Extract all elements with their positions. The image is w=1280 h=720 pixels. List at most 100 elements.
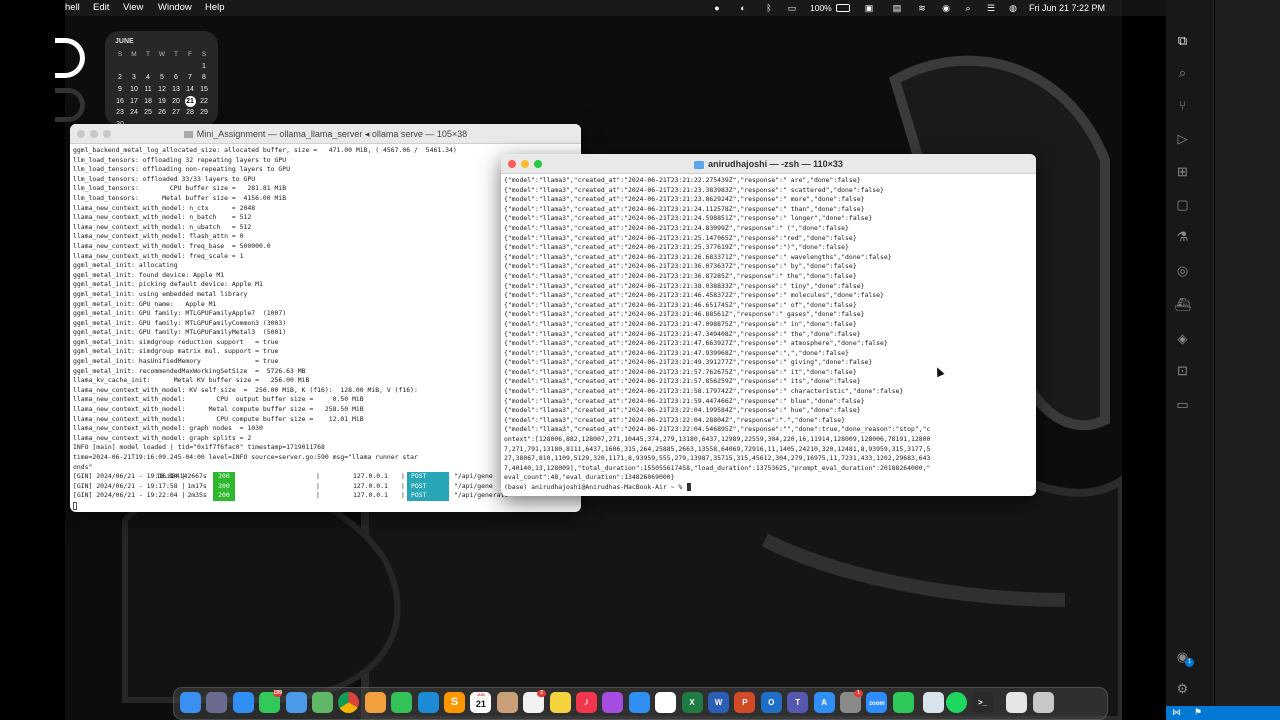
- calendar-day[interactable]: 20: [169, 96, 183, 108]
- screen-mirroring-icon[interactable]: ▣: [864, 3, 874, 13]
- ports-icon[interactable]: ⚑: [1194, 707, 1202, 718]
- menu-help[interactable]: Help: [205, 0, 225, 16]
- calendar-day[interactable]: 24: [127, 107, 141, 119]
- siri-icon[interactable]: ◍: [1008, 3, 1018, 13]
- calendar-day[interactable]: [169, 61, 183, 73]
- zoom-button[interactable]: [103, 130, 111, 138]
- calendar-day[interactable]: 22: [197, 96, 211, 108]
- chrome-icon[interactable]: [338, 692, 360, 713]
- terminal-output[interactable]: ggml_backend_metal_log_allocated_size: a…: [73, 146, 512, 510]
- finder-icon[interactable]: [180, 692, 201, 713]
- calendar-icon[interactable]: JUN 21: [470, 692, 492, 713]
- calendar-day[interactable]: 1: [197, 61, 211, 73]
- calendar-day[interactable]: 18: [141, 96, 155, 108]
- word-icon[interactable]: W: [708, 692, 729, 713]
- app-store-icon[interactable]: A: [813, 692, 835, 713]
- trash-icon[interactable]: [1032, 692, 1054, 713]
- calendar-day[interactable]: 19: [155, 96, 169, 108]
- maps-icon[interactable]: [312, 692, 333, 713]
- teams-icon[interactable]: T: [787, 692, 809, 713]
- contacts-icon[interactable]: [496, 692, 518, 713]
- zoom-icon[interactable]: zoom: [866, 692, 888, 713]
- reminders-icon[interactable]: 2: [523, 690, 547, 713]
- menu-edit[interactable]: Edit: [93, 0, 109, 16]
- calendar-day[interactable]: 14: [183, 84, 197, 96]
- calendar-day[interactable]: [141, 61, 155, 73]
- whatsapp-icon[interactable]: [892, 692, 914, 713]
- calendar-day[interactable]: 13: [169, 84, 183, 96]
- notes-icon[interactable]: [549, 692, 571, 713]
- terminal-titlebar[interactable]: Mini_Assignment — ollama_llama_server ◂ …: [70, 124, 581, 144]
- stage-manager-icon[interactable]: ▤: [892, 3, 902, 13]
- minimize-button[interactable]: [521, 160, 529, 168]
- menu-window[interactable]: Window: [158, 0, 192, 16]
- calendar-day[interactable]: [127, 61, 141, 73]
- podcasts-icon[interactable]: [602, 692, 624, 713]
- source-control-icon[interactable]: ⑂: [1174, 97, 1191, 114]
- close-button[interactable]: [77, 130, 85, 138]
- calendar-day[interactable]: 23: [113, 107, 127, 119]
- calendar-day[interactable]: 11: [141, 84, 155, 96]
- jupyter-icon[interactable]: ⊡: [1174, 362, 1191, 379]
- git-graph-icon[interactable]: ◈: [1174, 330, 1191, 347]
- battery-icon[interactable]: [836, 4, 850, 12]
- settings-gear-icon[interactable]: ⚙: [1174, 680, 1191, 697]
- safari-icon[interactable]: [232, 692, 254, 713]
- run-debug-icon[interactable]: ▷: [1174, 130, 1191, 147]
- sublime-icon[interactable]: S: [444, 692, 465, 713]
- calendar-day[interactable]: [113, 61, 127, 73]
- calendar-day[interactable]: 17: [127, 96, 141, 108]
- remote-explorer-icon[interactable]: ▢: [1174, 196, 1191, 213]
- documents-folder-icon[interactable]: [1006, 692, 1028, 713]
- calendar-day[interactable]: 3: [127, 72, 141, 84]
- calendar-day[interactable]: 2: [113, 72, 127, 84]
- wifi-icon[interactable]: ≋: [917, 3, 927, 13]
- zoom-button[interactable]: [534, 160, 542, 168]
- calendar-day[interactable]: 29: [197, 107, 211, 119]
- calendar-day[interactable]: [183, 61, 197, 73]
- menu-clock[interactable]: Fri Jun 21 7:22 PM: [1029, 0, 1105, 16]
- photos-icon[interactable]: [364, 692, 386, 713]
- vscode-icon[interactable]: [417, 692, 439, 713]
- keynote-icon[interactable]: [628, 692, 650, 713]
- facetime-icon[interactable]: [391, 692, 413, 713]
- bluetooth-icon[interactable]: ᛒ: [764, 3, 774, 13]
- user-icon[interactable]: ◉: [941, 3, 951, 13]
- calendar-day[interactable]: 26: [155, 107, 169, 119]
- messages-icon[interactable]: 199: [259, 690, 283, 713]
- powerpoint-icon[interactable]: P: [734, 692, 756, 713]
- terminal-titlebar[interactable]: anirudhajoshi — -zsh — 110×33: [501, 154, 1036, 174]
- testing-icon[interactable]: ⚗: [1174, 228, 1191, 245]
- calendar-day[interactable]: 16: [113, 96, 127, 108]
- calendar-day[interactable]: 12: [155, 84, 169, 96]
- terminal-icon[interactable]: >_: [972, 692, 993, 713]
- github-icon[interactable]: ◎: [1174, 262, 1191, 279]
- mail-icon[interactable]: [285, 692, 307, 713]
- calendar-day[interactable]: 5: [155, 72, 169, 84]
- calendar-day[interactable]: [155, 61, 169, 73]
- search-icon[interactable]: ⌕: [1174, 64, 1191, 81]
- slack-icon[interactable]: [655, 692, 677, 713]
- display-icon[interactable]: ▭: [787, 3, 797, 13]
- record-icon[interactable]: ●: [712, 3, 722, 13]
- files-icon[interactable]: ⧉: [1174, 32, 1191, 49]
- minimize-button[interactable]: [90, 130, 98, 138]
- terminal-window-zsh[interactable]: anirudhajoshi — -zsh — 110×33 {"model":"…: [501, 154, 1036, 496]
- spotlight-search-icon[interactable]: ⌕: [963, 3, 973, 13]
- calendar-widget[interactable]: JUNE S M T W T F S 1 2 3 4 5 6 7 8 9 10 11 12 13 14 15 16 17 18 1…: [105, 31, 218, 128]
- shell-prompt[interactable]: (base) anirudhajoshi@Anirudhas-MacBook-A…: [504, 483, 930, 493]
- music-icon[interactable]: ♪: [576, 692, 597, 713]
- chat-icon[interactable]: ▭: [1174, 396, 1191, 413]
- calendar-today[interactable]: 21: [184, 95, 196, 107]
- menu-view[interactable]: View: [123, 0, 143, 16]
- calendar-day[interactable]: 10: [127, 84, 141, 96]
- calendar-day[interactable]: 6: [169, 72, 183, 84]
- extensions-icon[interactable]: ⊞: [1174, 163, 1191, 180]
- calendar-day[interactable]: 25: [141, 107, 155, 119]
- focus-icon[interactable]: ◐: [738, 3, 748, 13]
- calendar-day[interactable]: 4: [141, 72, 155, 84]
- terminal-output[interactable]: {"model":"llama3","created_at":"2024-06-…: [504, 176, 930, 493]
- account-icon[interactable]: ◉ 1: [1174, 648, 1194, 667]
- calendar-day[interactable]: 7: [183, 72, 197, 84]
- close-button[interactable]: [508, 160, 516, 168]
